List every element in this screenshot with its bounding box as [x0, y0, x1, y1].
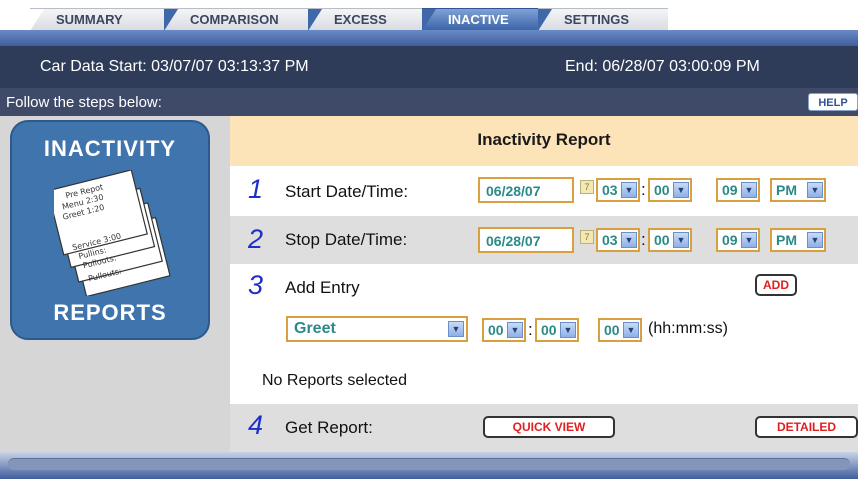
step-get-report-row: 4 Get Report: QUICK VIEW DETAILED	[230, 404, 858, 452]
start-ampm-value: PM	[776, 182, 797, 198]
tab-inactive-label: INACTIVE	[448, 12, 509, 27]
entry-type-value: Greet	[294, 320, 336, 337]
start-second-select[interactable]: 09 ▼	[716, 178, 760, 202]
stop-hour-select[interactable]: 03 ▼	[596, 228, 640, 252]
tab-comparison[interactable]: COMPARISON	[164, 8, 322, 31]
add-button[interactable]: ADD	[755, 274, 797, 296]
chevron-down-icon: ▼	[448, 321, 464, 337]
entry-type-select[interactable]: Greet ▼	[286, 316, 468, 342]
tab-settings[interactable]: SETTINGS	[538, 8, 668, 31]
stop-hour-value: 03	[602, 232, 618, 248]
tab-inactive[interactable]: INACTIVE	[422, 8, 552, 31]
step-add-entry-row: 3 Add Entry ADD Greet ▼ 00 ▼ : 00 ▼ 00 ▼…	[230, 264, 858, 404]
calendar-icon[interactable]: 7	[580, 230, 594, 244]
start-minute-value: 00	[654, 182, 670, 198]
stop-ampm-select[interactable]: PM ▼	[770, 228, 826, 252]
steps-bar: Follow the steps below: HELP	[0, 88, 858, 116]
entry-seconds-select[interactable]: 00 ▼	[598, 318, 642, 342]
footer-bar	[0, 452, 858, 479]
inactivity-report-panel: Inactivity Report 1 Start Date/Time: 06/…	[230, 116, 858, 452]
tab-summary[interactable]: SUMMARY	[30, 8, 178, 31]
calendar-icon[interactable]: 7	[580, 180, 594, 194]
chevron-down-icon: ▼	[807, 232, 823, 248]
stop-minute-select[interactable]: 00 ▼	[648, 228, 692, 252]
detailed-button[interactable]: DETAILED	[755, 416, 858, 438]
tab-comparison-label: COMPARISON	[190, 12, 279, 27]
entry-hours-value: 00	[488, 322, 504, 338]
start-ampm-select[interactable]: PM ▼	[770, 178, 826, 202]
start-second-value: 09	[722, 182, 738, 198]
start-date-label: Start Date/Time:	[285, 182, 409, 201]
report-title: Inactivity Report	[477, 130, 611, 149]
step-number: 3	[248, 270, 264, 300]
car-data-bar: Car Data Start: 03/07/07 03:13:37 PM End…	[0, 46, 858, 88]
time-format-hint: (hh:mm:ss)	[648, 320, 728, 337]
chevron-down-icon: ▼	[741, 232, 757, 248]
report-header: Inactivity Report	[230, 116, 858, 166]
chevron-down-icon: ▼	[560, 322, 576, 338]
start-hour-select[interactable]: 03 ▼	[596, 178, 640, 202]
car-data-start: Car Data Start: 03/07/07 03:13:37 PM	[40, 58, 309, 76]
entry-minutes-value: 00	[541, 322, 557, 338]
tab-excess-label: EXCESS	[334, 12, 387, 27]
stop-ampm-value: PM	[776, 232, 797, 248]
start-minute-select[interactable]: 00 ▼	[648, 178, 692, 202]
entry-minutes-select[interactable]: 00 ▼	[535, 318, 579, 342]
tab-bar: SUMMARY COMPARISON EXCESS INACTIVE SETTI…	[0, 0, 858, 31]
chevron-down-icon: ▼	[673, 182, 689, 198]
stop-second-value: 09	[722, 232, 738, 248]
footer-groove	[8, 458, 850, 470]
add-entry-label: Add Entry	[285, 278, 360, 297]
chevron-down-icon: ▼	[621, 232, 637, 248]
get-report-label: Get Report:	[285, 418, 373, 437]
tab-summary-label: SUMMARY	[56, 12, 123, 27]
car-data-start-label: Car Data Start:	[40, 58, 147, 75]
header-band	[0, 30, 858, 46]
start-hour-value: 03	[602, 182, 618, 198]
entry-seconds-value: 00	[604, 322, 620, 338]
entry-hours-select[interactable]: 00 ▼	[482, 318, 526, 342]
chevron-down-icon: ▼	[507, 322, 523, 338]
stop-minute-value: 00	[654, 232, 670, 248]
stop-date-input[interactable]: 06/28/07	[478, 227, 574, 253]
stop-date-label: Stop Date/Time:	[285, 230, 408, 249]
quick-view-button[interactable]: QUICK VIEW	[483, 416, 615, 438]
chevron-down-icon: ▼	[623, 322, 639, 338]
inactivity-reports-logo: INACTIVITY Pre Repot Menu 2:30 Greet 1:2…	[10, 120, 210, 340]
help-button[interactable]: HELP	[808, 93, 858, 111]
tab-excess[interactable]: EXCESS	[308, 8, 436, 31]
steps-instruction: Follow the steps below:	[6, 94, 162, 111]
car-data-end: End: 06/28/07 03:00:09 PM	[565, 58, 760, 76]
step-number: 2	[248, 224, 264, 254]
step-start-row: 1 Start Date/Time: 06/28/07 7 03 ▼ : 00 …	[230, 166, 858, 216]
car-data-end-label: End:	[565, 58, 598, 75]
logo-bottom-text: REPORTS	[53, 300, 167, 325]
step-number: 1	[248, 174, 264, 204]
step-number: 4	[248, 410, 264, 440]
chevron-down-icon: ▼	[621, 182, 637, 198]
start-date-input[interactable]: 06/28/07	[478, 177, 574, 203]
no-reports-message: No Reports selected	[262, 372, 407, 389]
tab-settings-label: SETTINGS	[564, 12, 630, 27]
car-data-end-value: 06/28/07 03:00:09 PM	[602, 58, 760, 75]
chevron-down-icon: ▼	[673, 232, 689, 248]
report-papers-icon: Pre Repot Menu 2:30 Greet 1:20 Service 3…	[54, 170, 171, 296]
chevron-down-icon: ▼	[807, 182, 823, 198]
car-data-start-value: 03/07/07 03:13:37 PM	[151, 58, 309, 75]
left-panel: INACTIVITY Pre Repot Menu 2:30 Greet 1:2…	[0, 116, 230, 452]
stop-second-select[interactable]: 09 ▼	[716, 228, 760, 252]
step-stop-row: 2 Stop Date/Time: 06/28/07 7 03 ▼ : 00 ▼…	[230, 216, 858, 264]
logo-top-text: INACTIVITY	[43, 136, 177, 161]
chevron-down-icon: ▼	[741, 182, 757, 198]
